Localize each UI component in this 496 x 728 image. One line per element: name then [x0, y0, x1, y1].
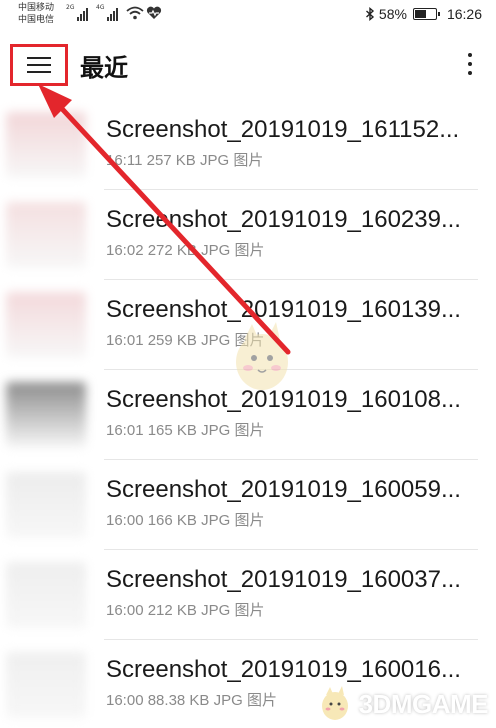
file-type: JPG — [201, 422, 231, 439]
file-meta: 16:00 88.38 KB JPG 图片 — [106, 689, 277, 710]
file-thumbnail — [6, 382, 86, 448]
file-time: 16:00 — [106, 602, 144, 619]
file-name: Screenshot_20191019_161152... — [106, 116, 460, 143]
status-right: 58% 16:26 — [365, 6, 482, 22]
file-type: JPG — [201, 242, 231, 259]
carrier-labels: 中国移动 中国电信 — [18, 2, 54, 26]
file-time: 16:00 — [106, 512, 144, 529]
site-watermark: 3DMGAME — [315, 684, 489, 724]
file-thumbnail — [6, 202, 86, 268]
menu-button[interactable] — [10, 44, 68, 86]
file-thumbnail — [6, 562, 86, 628]
file-time: 16:11 — [106, 152, 143, 169]
more-vertical-icon — [468, 53, 472, 57]
battery-percent: 58% — [378, 6, 407, 22]
signal-group: 2G 4G — [66, 4, 118, 21]
file-name: Screenshot_20191019_160059... — [106, 476, 461, 503]
file-size: 165 KB — [147, 422, 197, 439]
status-bar: 中国移动 中国电信 2G 4G 58% 16:26 — [0, 0, 496, 32]
battery-icon — [412, 8, 440, 20]
file-list-item[interactable]: Screenshot_20191019_160037... 16:00 212 … — [0, 550, 496, 640]
file-meta: 16:00 212 KB JPG 图片 — [106, 599, 264, 620]
file-meta: 16:00 166 KB JPG 图片 — [106, 509, 264, 530]
file-thumbnail — [6, 652, 86, 718]
file-size: 259 KB — [147, 332, 197, 349]
file-thumbnail — [6, 472, 86, 538]
file-thumbnail — [6, 112, 86, 178]
file-size: 257 KB — [146, 152, 196, 169]
mascot-watermark-icon — [236, 322, 288, 390]
file-category: 图片 — [234, 512, 265, 529]
file-type: JPG — [213, 692, 243, 709]
mascot-logo-icon — [321, 686, 348, 720]
carrier-2: 中国电信 — [18, 15, 55, 25]
file-size: 212 KB — [147, 602, 197, 619]
file-type: JPG — [201, 512, 231, 529]
file-size: 88.38 KB — [147, 692, 210, 709]
carrier-1: 中国移动 — [18, 3, 55, 13]
file-time: 16:00 — [106, 692, 144, 709]
watermark-text: 3DMGAME — [358, 688, 489, 719]
file-thumbnail — [6, 292, 86, 358]
sim2-network-label: 4G — [96, 4, 105, 11]
file-category: 图片 — [246, 692, 277, 709]
file-meta: 16:11 257 KB JPG 图片 — [106, 149, 263, 170]
hamburger-menu-icon — [27, 57, 51, 73]
signal-icon: 2G — [66, 4, 88, 21]
file-time: 16:01 — [106, 422, 144, 439]
recent-files-list: Screenshot_20191019_161152... 16:11 257 … — [0, 100, 496, 728]
file-meta: 16:01 165 KB JPG 图片 — [106, 419, 264, 440]
file-meta: 16:02 272 KB JPG 图片 — [106, 239, 264, 260]
file-time: 16:02 — [106, 242, 144, 259]
file-size: 272 KB — [147, 242, 197, 259]
file-type: JPG — [201, 602, 231, 619]
file-category: 图片 — [233, 152, 264, 169]
file-category: 图片 — [234, 602, 265, 619]
signal-icon: 4G — [96, 4, 118, 21]
file-list-item[interactable]: Screenshot_20191019_160059... 16:00 166 … — [0, 460, 496, 550]
file-category: 图片 — [234, 242, 265, 259]
more-options-button[interactable] — [458, 48, 482, 80]
health-icon — [146, 6, 162, 19]
clock: 16:26 — [446, 6, 482, 22]
page-title: 最近 — [80, 54, 128, 82]
file-name: Screenshot_20191019_160239... — [106, 206, 461, 233]
file-size: 166 KB — [147, 512, 197, 529]
sim1-network-label: 2G — [66, 4, 75, 11]
file-name: Screenshot_20191019_160037... — [106, 566, 461, 593]
file-category: 图片 — [234, 422, 265, 439]
wifi-icon — [126, 6, 144, 20]
bluetooth-icon — [365, 7, 374, 21]
file-list-item[interactable]: Screenshot_20191019_161152... 16:11 257 … — [0, 100, 496, 190]
app-toolbar: 最近 — [0, 32, 496, 96]
battery-fill — [414, 10, 426, 18]
file-list-item[interactable]: Screenshot_20191019_160239... 16:02 272 … — [0, 190, 496, 280]
file-name: Screenshot_20191019_160016... — [106, 656, 461, 683]
file-time: 16:01 — [106, 332, 144, 349]
file-type: JPG — [200, 152, 230, 169]
